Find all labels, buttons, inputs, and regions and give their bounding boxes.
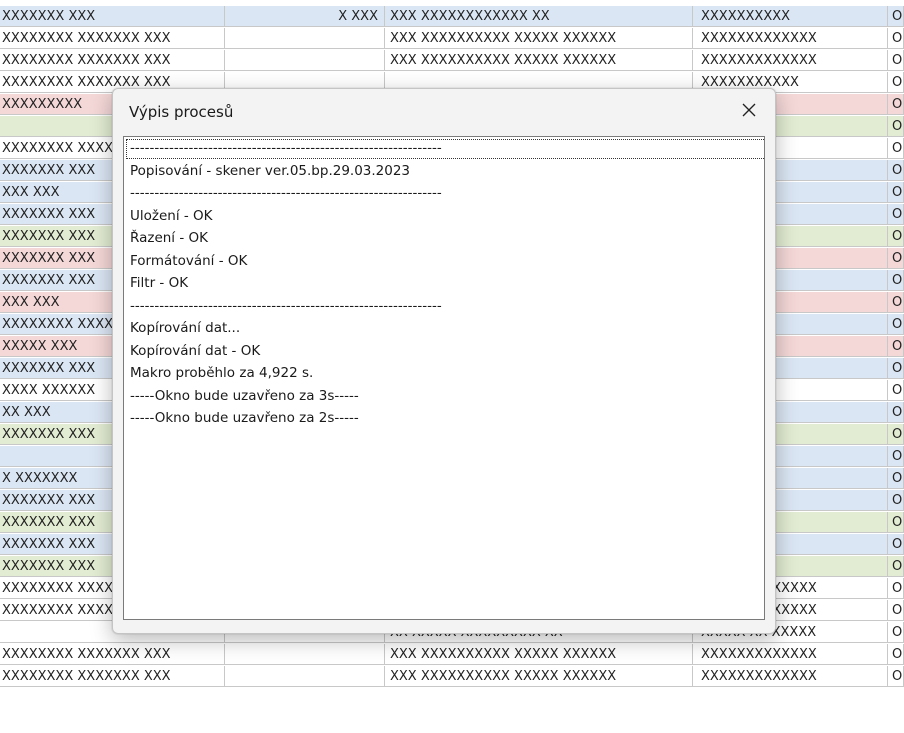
log-line: Filtr - OK <box>130 275 189 291</box>
log-line: Kopírování dat... <box>130 320 241 336</box>
table-cell[interactable]: XXX XXXXXXXXXX XXXXX XXXXXX <box>385 666 693 687</box>
table-cell[interactable]: O <box>888 336 904 357</box>
table-cell[interactable]: O <box>888 622 904 643</box>
log-line: Makro proběhlo za 4,922 s. <box>130 365 314 381</box>
table-cell[interactable]: O <box>888 556 904 577</box>
table-cell[interactable]: XXXXXXXX XXXXXXX XXX <box>0 666 225 687</box>
table-cell[interactable]: O <box>888 204 904 225</box>
table-cell[interactable]: O <box>888 600 904 621</box>
table-cell[interactable]: O <box>888 50 904 71</box>
table-cell[interactable]: O <box>888 534 904 555</box>
table-cell[interactable]: X XXX <box>225 6 385 27</box>
table-row[interactable]: XXXXXXX XXX X XXX XXX XXXXXXXXXXXX XX XXXXX… <box>0 6 904 28</box>
table-cell[interactable]: O <box>888 380 904 401</box>
table-cell[interactable]: XXXXXXXX XXXXXXX XXX <box>0 50 225 71</box>
table-cell[interactable]: O <box>888 292 904 313</box>
table-cell[interactable]: O <box>888 644 904 665</box>
table-cell[interactable]: O <box>888 468 904 489</box>
process-log-listbox[interactable]: ----------------------------------------… <box>123 136 765 620</box>
table-cell[interactable] <box>225 50 385 71</box>
table-cell[interactable]: O <box>888 512 904 533</box>
close-icon <box>742 103 756 117</box>
close-button[interactable] <box>727 93 771 127</box>
table-cell[interactable]: O <box>888 160 904 181</box>
table-cell[interactable]: XXX XXXXXXXXXX XXXXX XXXXXX <box>385 644 693 665</box>
table-cell[interactable]: XXXXXXXXXX <box>693 6 888 27</box>
table-cell[interactable]: XXXXXXXX XXXXXXX XXX <box>0 28 225 49</box>
log-line: ----------------------------------------… <box>130 297 442 314</box>
log-line: Popisování - skener ver.05.bp.29.03.2023 <box>130 162 411 179</box>
table-cell[interactable]: O <box>888 72 904 93</box>
table-cell[interactable]: O <box>888 314 904 335</box>
table-cell[interactable]: O <box>888 182 904 203</box>
table-cell[interactable]: XXX XXXXXXXXXXXX XX <box>385 6 693 27</box>
table-cell[interactable]: O <box>888 116 904 137</box>
table-cell[interactable]: O <box>888 666 904 687</box>
table-cell[interactable] <box>225 28 385 49</box>
table-cell[interactable]: XXXXXXXXXXXXX <box>693 50 888 71</box>
table-cell[interactable] <box>225 644 385 665</box>
table-cell[interactable]: XXX XXXXXXXXXX XXXXX XXXXXX <box>385 28 693 49</box>
table-row[interactable]: XXXXXXXX XXXXXXX XXX XXX XXXXXXXXXX XXXXX… <box>0 28 904 50</box>
table-cell[interactable]: O <box>888 138 904 159</box>
table-row[interactable]: XXXXXXXX XXXXXXX XXX XXX XXXXXXXXXX XXXXX… <box>0 644 904 666</box>
log-line: ----------------------------------------… <box>130 140 442 156</box>
table-cell[interactable]: O <box>888 424 904 445</box>
table-cell[interactable]: XXXXXXXXXXXXX <box>693 644 888 665</box>
table-cell[interactable]: XXXXXXXXXXXXX <box>693 666 888 687</box>
process-log-dialog: Výpis procesů --------------------------… <box>112 88 776 634</box>
table-cell[interactable]: XXX XXXXXXXXXX XXXXX XXXXXX <box>385 50 693 71</box>
table-cell[interactable]: XXXXXXXXXXXXX <box>693 28 888 49</box>
log-line: Kopírování dat - OK <box>130 342 261 359</box>
log-line: -----Okno bude uzavřeno za 2s----- <box>130 410 359 426</box>
table-cell[interactable]: O <box>888 248 904 269</box>
table-row[interactable]: XXXXXXXX XXXXXXX XXX XXX XXXXXXXXXX XXXXX… <box>0 50 904 72</box>
log-line: ----------------------------------------… <box>130 185 442 201</box>
log-line: Formátování - OK <box>130 252 248 269</box>
log-line: Řazení - OK <box>130 230 208 246</box>
log-line: -----Okno bude uzavřeno za 3s----- <box>130 387 359 404</box>
table-cell[interactable]: XXXXXXX XXX <box>0 6 225 27</box>
table-cell[interactable]: XXXXXXXX XXXXXXX XXX <box>0 644 225 665</box>
dialog-title: Výpis procesů <box>129 103 234 121</box>
table-cell[interactable] <box>225 666 385 687</box>
table-cell[interactable]: O <box>888 578 904 599</box>
table-cell[interactable]: O <box>888 94 904 115</box>
log-line: Uložení - OK <box>130 207 213 224</box>
table-cell[interactable]: O <box>888 28 904 49</box>
table-cell[interactable]: O <box>888 226 904 247</box>
table-row[interactable]: XXXXXXXX XXXXXXX XXX XXX XXXXXXXXXX XXXXX… <box>0 666 904 688</box>
table-cell[interactable]: O <box>888 6 904 27</box>
table-cell[interactable]: O <box>888 446 904 467</box>
table-cell[interactable]: O <box>888 490 904 511</box>
table-cell[interactable]: O <box>888 270 904 291</box>
table-cell[interactable]: O <box>888 358 904 379</box>
table-cell[interactable]: O <box>888 402 904 423</box>
